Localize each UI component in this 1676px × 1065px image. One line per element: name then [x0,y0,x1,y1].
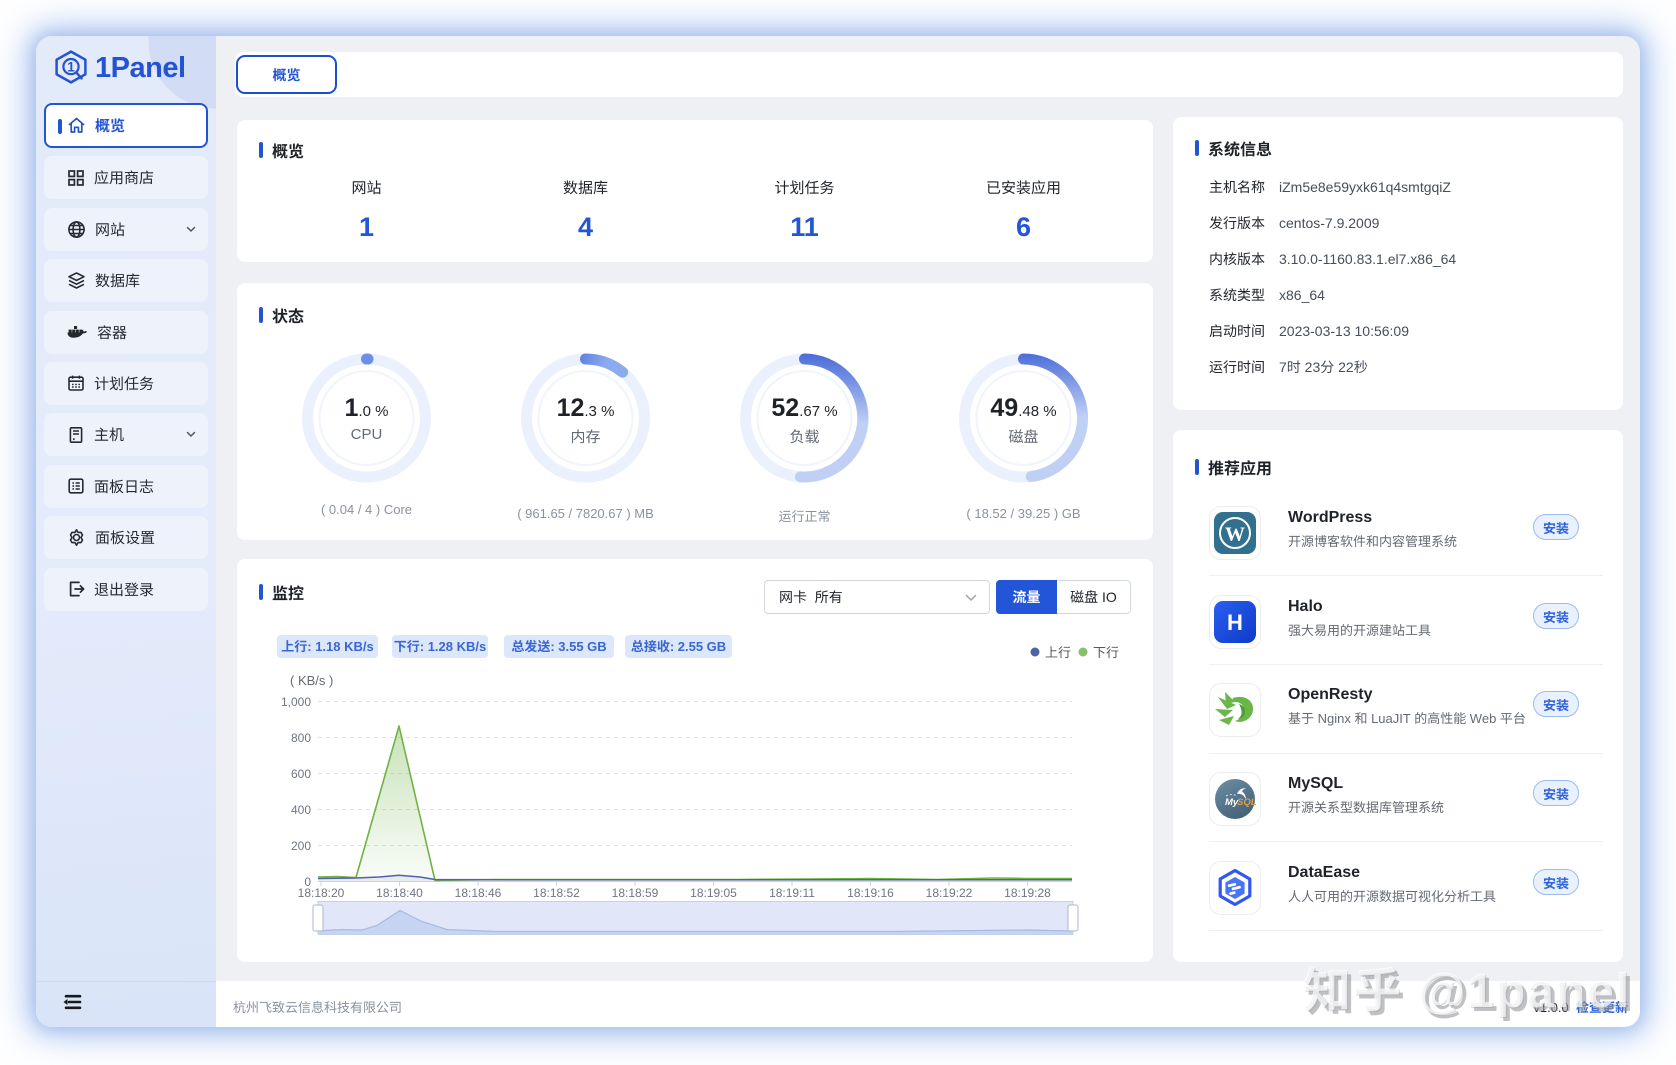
svg-text:H: H [1227,610,1243,635]
svg-text:18:18:52: 18:18:52 [533,886,580,900]
svg-text:18:18:40: 18:18:40 [376,886,423,900]
svg-text:18:19:28: 18:19:28 [1004,886,1051,900]
svg-text:800: 800 [291,731,311,745]
svg-text:( KB/s ): ( KB/s ) [290,673,333,688]
svg-text:上行: 上行 [1045,645,1071,660]
svg-text:1: 1 [67,60,75,75]
svg-text:1,000: 1,000 [281,695,311,709]
svg-text:200: 200 [291,839,311,853]
svg-text:18:19:05: 18:19:05 [690,886,737,900]
svg-text:18:18:59: 18:18:59 [612,886,659,900]
svg-text:18:18:20: 18:18:20 [298,886,345,900]
svg-text:400: 400 [291,803,311,817]
svg-text:SQL: SQL [1237,797,1257,808]
svg-text:18:19:22: 18:19:22 [926,886,973,900]
svg-text:W: W [1225,524,1245,546]
svg-text:18:19:11: 18:19:11 [769,886,815,900]
svg-text:18:19:16: 18:19:16 [847,886,894,900]
svg-text:下行: 下行 [1093,645,1119,660]
svg-text:600: 600 [291,767,311,781]
svg-text:18:18:46: 18:18:46 [455,886,502,900]
